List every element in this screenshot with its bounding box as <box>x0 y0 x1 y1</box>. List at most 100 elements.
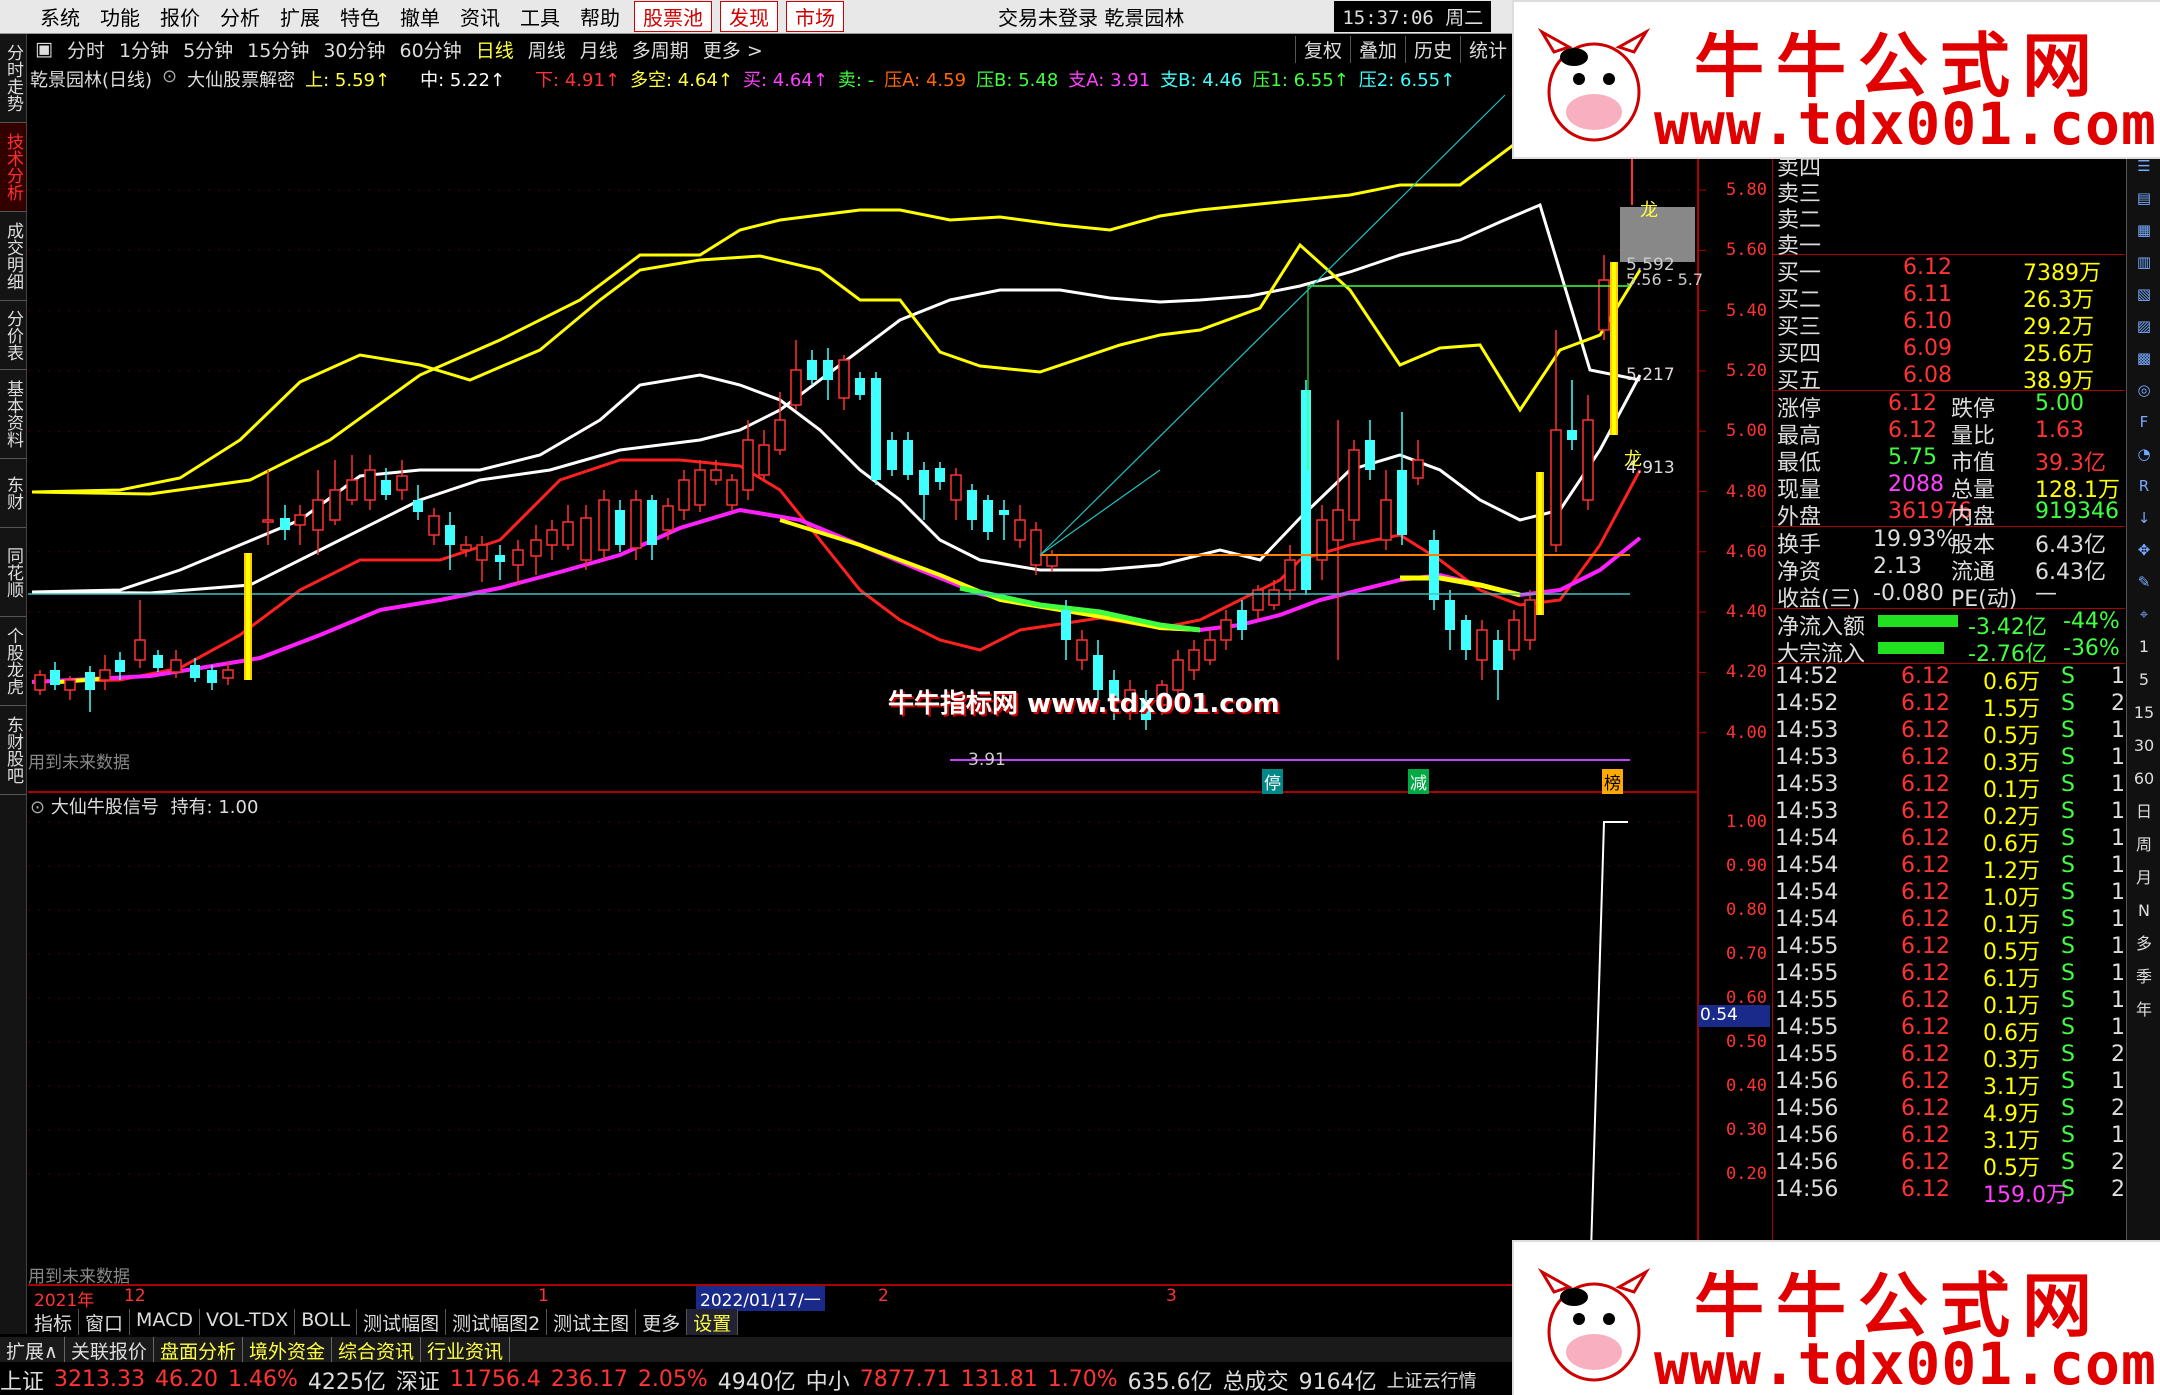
hold-signal-line <box>1589 821 1628 1286</box>
banner-url: www.tdx001.com <box>1654 1330 2157 1395</box>
fund-value: 19.93% <box>1873 527 1957 552</box>
pie-icon[interactable]: ◔ <box>2127 438 2160 470</box>
tab-indicator[interactable]: 指标 <box>28 1309 80 1335</box>
sub-tick: 0.30 <box>1726 1120 1767 1140</box>
tick-count: 1 <box>2111 880 2125 905</box>
tab-test-sub[interactable]: 测试幅图 <box>357 1309 447 1335</box>
candle-up <box>694 469 706 506</box>
bottom-foreign-funds[interactable]: 境外资金 <box>243 1337 332 1363</box>
watermark: 牛牛指标网 www.tdx001.com <box>888 689 1280 719</box>
grid2-icon[interactable]: ▧ <box>2127 278 2160 310</box>
side-period[interactable]: 月 <box>2127 861 2160 894</box>
flow-bar <box>1878 642 1944 654</box>
sz-index-name[interactable]: 深证 <box>396 1364 440 1395</box>
target-icon[interactable]: ◎ <box>2127 374 2160 406</box>
tick-price: 6.12 <box>1901 907 1950 932</box>
side-period[interactable]: 年 <box>2127 993 2160 1026</box>
sh-index-name[interactable]: 上证 <box>0 1364 44 1395</box>
chart-icon[interactable]: ▤ <box>2127 182 2160 214</box>
side-period[interactable]: 15 <box>2127 696 2160 729</box>
bottom-extend[interactable]: 扩展∧ <box>0 1337 65 1363</box>
candle-down <box>1429 540 1439 600</box>
move-icon[interactable]: ✥ <box>2127 534 2160 566</box>
candle-up <box>1550 429 1562 546</box>
f10-icon[interactable]: F <box>2127 406 2160 438</box>
bid-row[interactable]: 买三 6.10 29.2万 <box>1773 309 2125 340</box>
tab-boll[interactable]: BOLL <box>295 1309 358 1335</box>
tab-settings[interactable]: 设置 <box>687 1309 739 1335</box>
fund-value: 2.13 <box>1873 554 1922 579</box>
sub-indicator-name[interactable]: 大仙牛股信号 <box>51 797 159 818</box>
side-period[interactable]: 30 <box>2127 729 2160 762</box>
table-icon[interactable]: ▩ <box>2127 342 2160 374</box>
side-period[interactable]: 日 <box>2127 795 2160 828</box>
bid-row[interactable]: 买一 6.12 7389万 <box>1773 255 2125 286</box>
pin-icon[interactable]: ⌖ <box>2127 598 2160 630</box>
tab-test-main[interactable]: 测试主图 <box>547 1309 637 1335</box>
candle-up <box>1188 649 1200 671</box>
tick-price: 6.12 <box>1901 988 1950 1013</box>
bid-price: 6.08 <box>1903 363 1952 388</box>
tick-price: 6.12 <box>1901 664 1950 689</box>
bid-row[interactable]: 买二 6.11 26.3万 <box>1773 282 2125 313</box>
tick-row: 14:56 6.12 3.1万 S 1 <box>1773 1069 2125 1100</box>
tab-more[interactable]: 更多 <box>636 1309 688 1335</box>
tab-vol[interactable]: VOL-TDX <box>200 1309 296 1335</box>
side-period[interactable]: 季 <box>2127 960 2160 993</box>
tab-test-sub2[interactable]: 测试幅图2 <box>446 1309 548 1335</box>
tick-side: S <box>2061 907 2075 932</box>
bottom-news[interactable]: 综合资讯 <box>332 1337 421 1363</box>
promo-banner-bottom[interactable]: 牛牛公式网 www.tdx001.com <box>1512 1240 2160 1395</box>
candle-down <box>855 378 865 395</box>
fund-value: -0.080 <box>1873 581 1944 606</box>
candle-down <box>983 500 993 532</box>
candle-down <box>871 378 881 480</box>
bid-row[interactable]: 买四 6.09 25.6万 <box>1773 336 2125 367</box>
tick-time: 14:55 <box>1775 961 1839 986</box>
bottom-board-analysis[interactable]: 盘面分析 <box>154 1337 243 1363</box>
sub-toggle-icon[interactable]: ⊙ <box>30 797 45 818</box>
side-period[interactable]: 5 <box>2127 663 2160 696</box>
candle-up <box>1508 619 1520 651</box>
grid-icon[interactable]: ▦ <box>2127 214 2160 246</box>
quote-panel: 卖四 卖三 卖二 卖一 买一 6.12 7389万 买二 6.11 26.3万 … <box>1772 150 2139 1240</box>
side-period[interactable]: N <box>2127 894 2160 927</box>
rsi-icon[interactable]: R <box>2127 470 2160 502</box>
candle-down <box>1237 610 1247 630</box>
bottom-related-quote[interactable]: 关联报价 <box>65 1337 154 1363</box>
zx-index-name[interactable]: 中小 <box>806 1364 850 1395</box>
side-period[interactable]: 多 <box>2127 927 2160 960</box>
fund-icon[interactable]: ▨ <box>2127 310 2160 342</box>
tab-macd[interactable]: MACD <box>130 1309 200 1335</box>
tick-count: 1 <box>2111 745 2125 770</box>
down-icon[interactable]: ↓ <box>2127 502 2160 534</box>
side-period[interactable]: 60 <box>2127 762 2160 795</box>
bars-icon[interactable]: ▥ <box>2127 246 2160 278</box>
candle-up <box>294 514 306 526</box>
candle-up <box>1412 459 1424 479</box>
candle-up <box>1348 449 1360 521</box>
signal-bar-core <box>1538 472 1542 615</box>
side-period[interactable]: 1 <box>2127 630 2160 663</box>
tick-time: 14:52 <box>1775 691 1839 716</box>
side-period[interactable]: 周 <box>2127 828 2160 861</box>
promo-banner-top[interactable]: 牛牛公式网 www.tdx001.com <box>1512 0 2160 159</box>
tick-side: S <box>2061 880 2075 905</box>
cloud-quote-link[interactable]: 上证云行情 <box>1387 1367 1477 1393</box>
tick-time: 14:56 <box>1775 1150 1839 1175</box>
bid-row[interactable]: 买五 6.08 38.9万 <box>1773 363 2125 394</box>
candle-down <box>1061 610 1071 640</box>
candle-down <box>887 440 897 470</box>
tick-time: 14:56 <box>1775 1177 1839 1202</box>
tick-price: 6.12 <box>1901 934 1950 959</box>
candle-up <box>630 499 642 549</box>
bottom-industry-news[interactable]: 行业资讯 <box>421 1337 510 1363</box>
candle-down <box>1301 390 1311 590</box>
upper-range-label: 5.56 - 5.7 <box>1626 270 1704 289</box>
tick-count: 1 <box>2111 799 2125 824</box>
tab-window[interactable]: 窗口 <box>79 1309 131 1335</box>
candle-down <box>919 470 929 495</box>
pen-icon[interactable]: ✎ <box>2127 566 2160 598</box>
sz-index-change: 236.17 <box>550 1367 628 1392</box>
tick-count: 1 <box>2111 988 2125 1013</box>
